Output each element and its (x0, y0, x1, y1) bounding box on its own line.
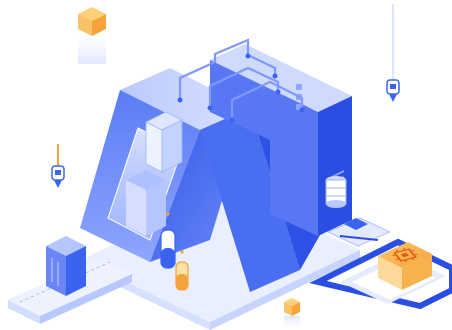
stack-cylinder (325, 176, 347, 208)
server-box (46, 236, 86, 296)
isometric-ai-illustration (8, 4, 452, 330)
cube-icon (78, 7, 106, 64)
pin-marker-icon (51, 144, 65, 188)
cube-icon-bottom (284, 298, 300, 330)
pin-marker-icon-right (386, 4, 400, 102)
